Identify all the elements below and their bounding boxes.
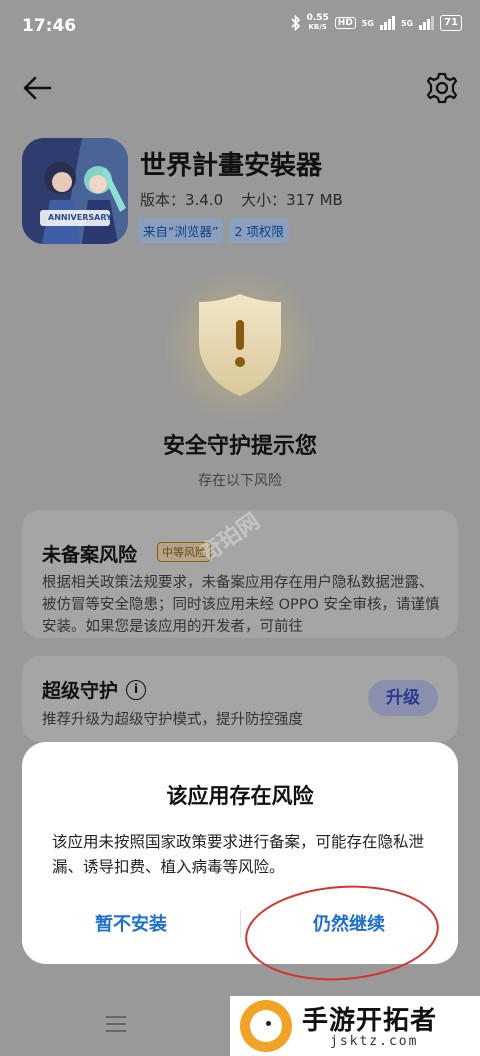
cancel-install-button[interactable]: 暂不安装: [56, 904, 206, 944]
status-bar: 17:46 0.55 KB/S HD 5G 5G 71: [0, 0, 480, 52]
permission-tag[interactable]: 2 项权限: [229, 218, 289, 243]
app-meta: 版本：3.4.0 大小：317 MB: [140, 189, 343, 210]
site-url: jsktz.com: [330, 1034, 419, 1049]
dialog-title: 该应用存在风险: [166, 784, 314, 808]
back-arrow-icon[interactable]: [20, 70, 56, 106]
super-guard-card: 超级守护 i 推荐升级为超级守护模式，提升防控强度 升级: [22, 656, 458, 742]
hd-badge: HD: [334, 17, 356, 29]
net-speed-unit: KB/S: [308, 23, 327, 31]
source-tag[interactable]: 来自“浏览器”: [138, 218, 224, 243]
signal-icon-2: [419, 16, 435, 30]
app-icon-caption: ANNIVERSARY: [48, 213, 112, 222]
net-speed-value: 0.55: [306, 13, 329, 23]
sim1-type: 5G: [361, 18, 374, 28]
watermark-banner: 手游开拓者 jsktz.com: [230, 996, 480, 1056]
protection-title: 安全守护提示您: [162, 434, 317, 459]
super-guard-title: 超级守护: [42, 680, 119, 702]
shield-warning-icon: [199, 294, 281, 396]
battery-icon: 71: [440, 15, 462, 31]
super-guard-title-row: 超级守护 i: [42, 676, 147, 703]
app-name: 世界計畫安裝器: [140, 151, 323, 181]
info-icon[interactable]: i: [126, 679, 147, 700]
menu-icon[interactable]: [106, 1016, 126, 1032]
app-icon-art: [22, 138, 128, 244]
dialog-body: 该应用未按照国家政策要求进行备案，可能存在隐私泄漏、诱导扣费、植入病毒等风险。: [52, 833, 425, 876]
dialog-button-divider: [240, 910, 241, 938]
protection-subtitle: 存在以下风险: [198, 473, 282, 489]
upgrade-button[interactable]: 升级: [368, 680, 438, 716]
app-icon: ANNIVERSARY: [22, 138, 128, 244]
site-name: 手游开拓者: [302, 1006, 438, 1036]
gear-icon[interactable]: [424, 70, 460, 106]
app-tags: 来自“浏览器” 2 项权限: [138, 218, 289, 243]
app-version: 版本：3.4.0: [140, 191, 224, 209]
signal-icon: [379, 16, 395, 30]
site-logo-icon: [240, 1000, 292, 1052]
sim2-type: 5G: [400, 18, 414, 28]
net-speed: 0.55 KB/S: [307, 14, 329, 32]
installer-screen: 17:46 0.55 KB/S HD 5G 5G 71 ANNIVERSARY …: [0, 0, 480, 1056]
status-icons: 0.55 KB/S HD 5G 5G 71: [290, 14, 462, 32]
super-guard-description: 推荐升级为超级守护模式，提升防控强度: [42, 712, 303, 728]
risk-description: 根据相关政策法规要求，未备案应用存在用户隐私数据泄露、被仿冒等安全隐患；同时该应…: [42, 575, 440, 635]
risk-title: 未备案风险: [42, 544, 138, 566]
app-size: 大小：317 MB: [241, 191, 343, 209]
bluetooth-icon: [290, 15, 300, 31]
status-time: 17:46: [22, 16, 77, 36]
